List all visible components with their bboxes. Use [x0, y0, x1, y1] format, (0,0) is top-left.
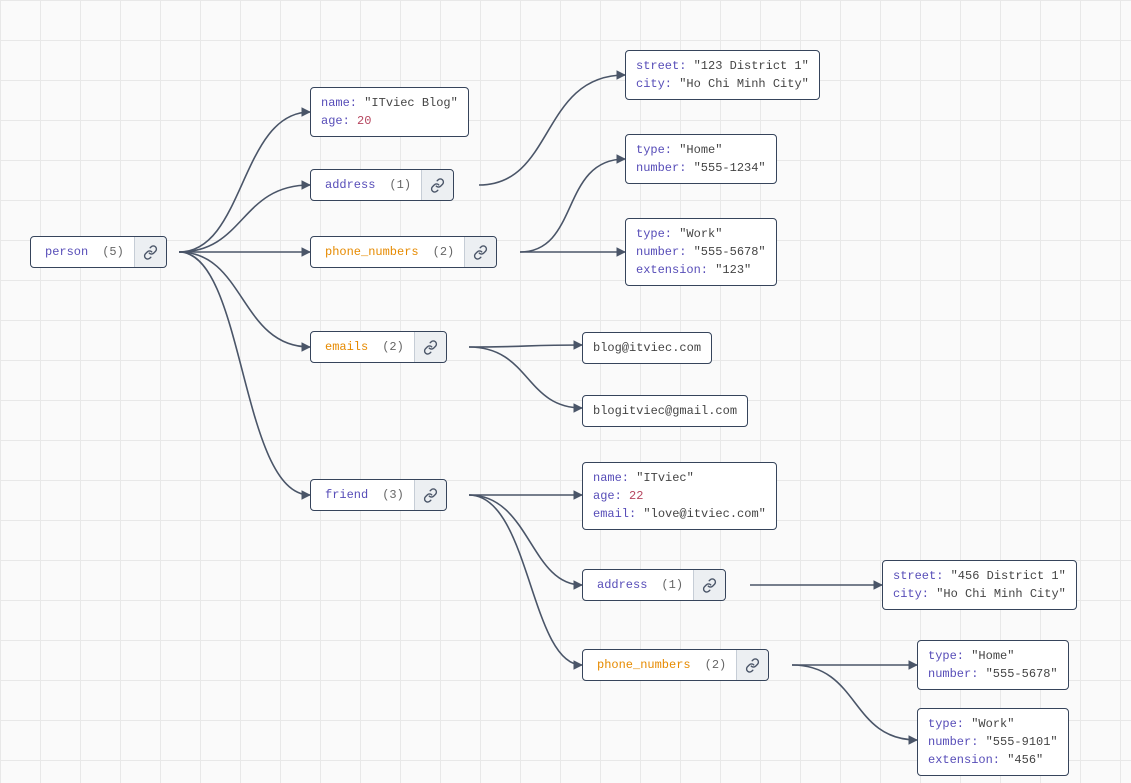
key: number: [928, 667, 986, 681]
node-count: (2) [705, 658, 737, 672]
key: number: [636, 245, 694, 259]
kv-row: number: "555-5678" [928, 665, 1058, 683]
key: name: [593, 471, 636, 485]
value: "456" [1007, 753, 1043, 767]
leaf-email-1: blogitviec@gmail.com [582, 395, 748, 427]
leaf-address-props: street: "123 District 1"city: "Ho Chi Mi… [625, 50, 820, 100]
key: age: [321, 114, 357, 128]
key: type: [636, 227, 679, 241]
node-person[interactable]: person (5) [30, 236, 167, 268]
node-address[interactable]: address (1) [310, 169, 454, 201]
node-count: (2) [433, 245, 465, 259]
value: "ITviec" [636, 471, 694, 485]
key: extension: [636, 263, 715, 277]
kv-row: name: "ITviec Blog" [321, 94, 458, 112]
node-friend[interactable]: friend (3) [310, 479, 447, 511]
link-icon[interactable] [414, 332, 446, 362]
value: "Work" [679, 227, 722, 241]
value: "ITviec Blog" [364, 96, 458, 110]
leaf-friend-phone-home: type: "Home"number: "555-5678" [917, 640, 1069, 690]
link-icon[interactable] [736, 650, 768, 680]
key: type: [928, 649, 971, 663]
value: blog@itviec.com [593, 341, 701, 355]
kv-row: age: 20 [321, 112, 458, 130]
kv-row: extension: "123" [636, 261, 766, 279]
key: city: [893, 587, 936, 601]
key: extension: [928, 753, 1007, 767]
value: "love@itviec.com" [643, 507, 765, 521]
node-label: person [31, 245, 102, 259]
leaf-person-props: name: "ITviec Blog"age: 20 [310, 87, 469, 137]
leaf-phone-home: type: "Home"number: "555-1234" [625, 134, 777, 184]
value: "Home" [971, 649, 1014, 663]
kv-row: type: "Home" [636, 141, 766, 159]
value: "123 District 1" [694, 59, 809, 73]
link-icon[interactable] [421, 170, 453, 200]
leaf-email-0: blog@itviec.com [582, 332, 712, 364]
value: "Work" [971, 717, 1014, 731]
kv-row: city: "Ho Chi Minh City" [636, 75, 809, 93]
node-label: address [311, 178, 389, 192]
key: city: [636, 77, 679, 91]
kv-row: type: "Work" [928, 715, 1058, 733]
value: "555-5678" [986, 667, 1058, 681]
node-phone-numbers[interactable]: phone_numbers (2) [310, 236, 497, 268]
node-emails[interactable]: emails (2) [310, 331, 447, 363]
node-label: friend [311, 488, 382, 502]
node-label: emails [311, 340, 382, 354]
kv-row: extension: "456" [928, 751, 1058, 769]
link-icon[interactable] [134, 237, 166, 267]
link-icon[interactable] [464, 237, 496, 267]
key: number: [928, 735, 986, 749]
kv-row: type: "Home" [928, 647, 1058, 665]
value: 20 [357, 114, 371, 128]
kv-row: name: "ITviec" [593, 469, 766, 487]
key: street: [893, 569, 951, 583]
leaf-friend-phone-work: type: "Work"number: "555-9101"extension:… [917, 708, 1069, 776]
node-friend-address[interactable]: address (1) [582, 569, 726, 601]
node-friend-phone-numbers[interactable]: phone_numbers (2) [582, 649, 769, 681]
kv-row: number: "555-9101" [928, 733, 1058, 751]
node-count: (1) [389, 178, 421, 192]
leaf-phone-work: type: "Work"number: "555-5678"extension:… [625, 218, 777, 286]
kv-row: type: "Work" [636, 225, 766, 243]
key: age: [593, 489, 629, 503]
key: number: [636, 161, 694, 175]
kv-row: street: "456 District 1" [893, 567, 1066, 585]
value: "555-1234" [694, 161, 766, 175]
node-count: (5) [102, 245, 134, 259]
key: street: [636, 59, 694, 73]
node-count: (1) [661, 578, 693, 592]
kv-row: age: 22 [593, 487, 766, 505]
node-label: phone_numbers [311, 245, 433, 259]
leaf-friend-address-props: street: "456 District 1"city: "Ho Chi Mi… [882, 560, 1077, 610]
key: email: [593, 507, 643, 521]
key: type: [928, 717, 971, 731]
node-count: (3) [382, 488, 414, 502]
value: "555-9101" [986, 735, 1058, 749]
value: "Home" [679, 143, 722, 157]
node-label: address [583, 578, 661, 592]
node-count: (2) [382, 340, 414, 354]
key: name: [321, 96, 364, 110]
key: type: [636, 143, 679, 157]
kv-row: email: "love@itviec.com" [593, 505, 766, 523]
value: 22 [629, 489, 643, 503]
kv-row: number: "555-5678" [636, 243, 766, 261]
kv-row: number: "555-1234" [636, 159, 766, 177]
value: "456 District 1" [951, 569, 1066, 583]
value: blogitviec@gmail.com [593, 404, 737, 418]
value: "123" [715, 263, 751, 277]
link-icon[interactable] [693, 570, 725, 600]
value: "555-5678" [694, 245, 766, 259]
kv-row: city: "Ho Chi Minh City" [893, 585, 1066, 603]
link-icon[interactable] [414, 480, 446, 510]
kv-row: street: "123 District 1" [636, 57, 809, 75]
node-label: phone_numbers [583, 658, 705, 672]
value: "Ho Chi Minh City" [679, 77, 809, 91]
value: "Ho Chi Minh City" [936, 587, 1066, 601]
leaf-friend-props: name: "ITviec"age: 22email: "love@itviec… [582, 462, 777, 530]
